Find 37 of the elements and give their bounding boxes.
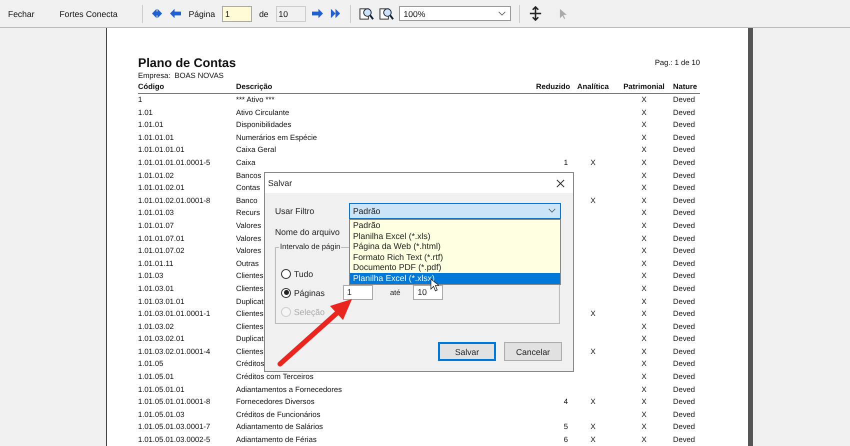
- page-of-label: de: [258, 8, 270, 18]
- page-field[interactable]: 1: [222, 6, 252, 22]
- dropdown-option[interactable]: Planilha Excel (*.xls): [350, 230, 560, 242]
- dropdown-option[interactable]: Padrão: [350, 220, 560, 231]
- dialog-button[interactable]: Cancelar: [504, 342, 562, 361]
- toolbar-button[interactable]: Fechar: [4, 6, 38, 20]
- zoom-select[interactable]: 100%: [398, 6, 511, 21]
- last-page-icon[interactable]: [328, 8, 342, 19]
- zoom-in-icon[interactable]: [358, 6, 374, 21]
- next-page-icon[interactable]: [310, 8, 324, 19]
- from-page-field[interactable]: 1: [343, 285, 373, 300]
- dialog-title: Salvar: [268, 178, 292, 188]
- close-icon[interactable]: [556, 178, 565, 188]
- toolbar-button[interactable]: Fortes Conecta: [55, 6, 122, 20]
- radio-button[interactable]: [281, 268, 291, 278]
- zoom-out-icon[interactable]: [378, 6, 394, 21]
- dropdown-option[interactable]: Formato Rich Text (*.rtf): [350, 252, 560, 262]
- dialog-button[interactable]: Salvar: [438, 342, 496, 361]
- dropdown-option[interactable]: Planilha Excel (*.xlsx): [350, 272, 560, 284]
- fit-height-icon[interactable]: [528, 6, 543, 21]
- radio-label: Páginas: [294, 288, 326, 298]
- report-title: Plano de Contas: [138, 56, 236, 70]
- previous-page-icon[interactable]: [168, 8, 182, 19]
- page-count-field: 10: [276, 6, 306, 22]
- radio-label: Seleção: [294, 306, 326, 316]
- filter-select[interactable]: Padrão: [349, 202, 561, 218]
- caret-icon[interactable]: [498, 11, 506, 16]
- to-page-field[interactable]: 10: [413, 285, 444, 300]
- first-page-icon[interactable]: [150, 8, 164, 19]
- dropdown-option[interactable]: Página da Web (*.html): [350, 241, 560, 252]
- filter-label: Usar Filtro: [275, 206, 316, 216]
- caret-icon[interactable]: [548, 208, 556, 213]
- radio-label: Tudo: [294, 268, 314, 278]
- filename-label: Nome do arquivo: [275, 226, 341, 236]
- radio-button[interactable]: [281, 288, 291, 298]
- page-label: Página: [188, 8, 216, 18]
- dropdown-option[interactable]: Documento PDF (*.pdf): [350, 262, 560, 273]
